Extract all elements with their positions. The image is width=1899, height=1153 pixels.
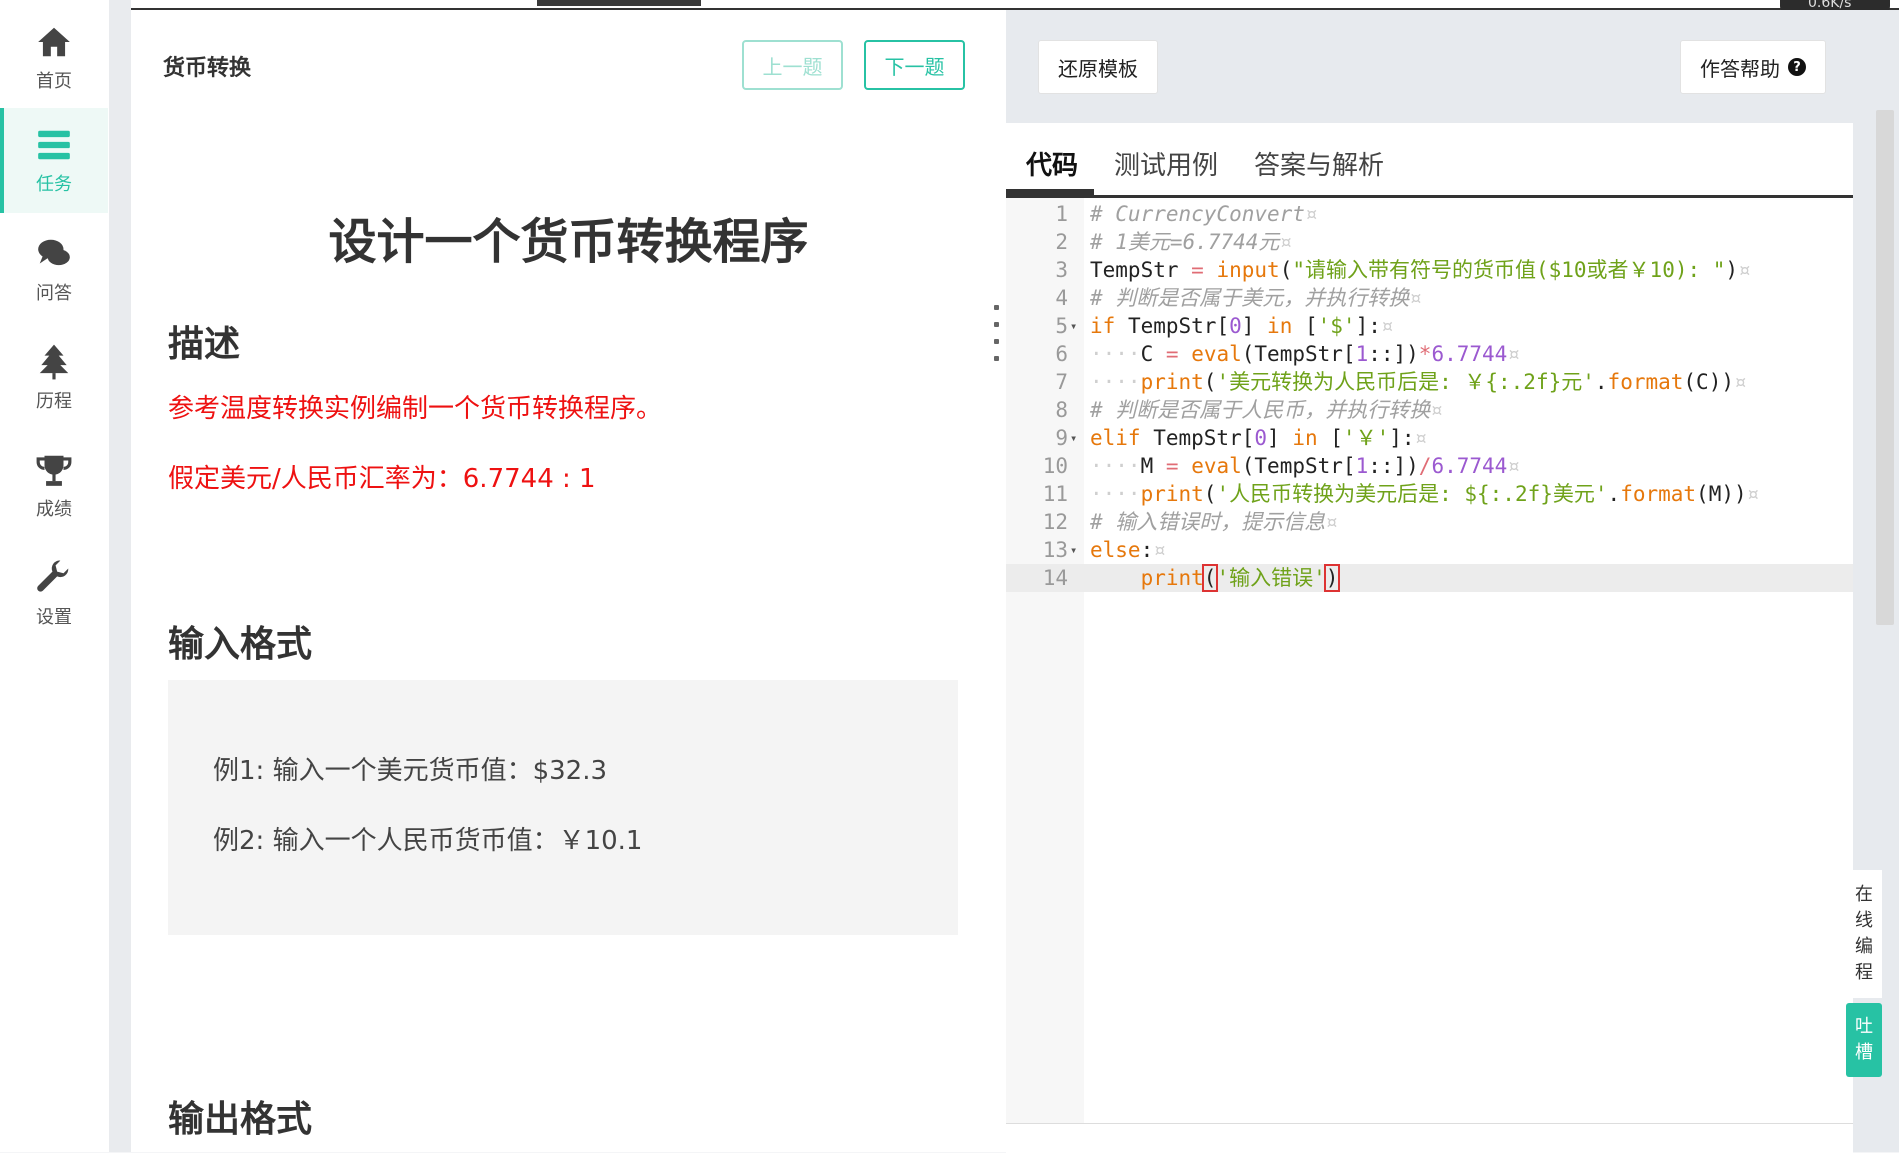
code-line: 8 # 判断是否属于人民币，并执行转换¤ xyxy=(1055,398,1443,422)
code-line: 13 ▾ else:¤ xyxy=(1042,538,1166,562)
output-format-heading: 输出格式 xyxy=(168,1099,313,1140)
sidebar: 首页 任务 问答 历程 成绩 设置 xyxy=(0,0,110,1152)
sidebar-item-label: 历程 xyxy=(36,390,72,412)
description-heading: 描述 xyxy=(168,324,241,365)
tasks-icon xyxy=(38,130,70,159)
page-scrollbar[interactable] xyxy=(1876,110,1894,625)
sidebar-item-scores[interactable]: 成绩 xyxy=(0,433,108,538)
feedback-button[interactable]: 吐 槽 xyxy=(1846,1003,1882,1077)
online-coding-char: 线 xyxy=(1855,910,1873,931)
input-format-heading: 输入格式 xyxy=(168,624,313,665)
editor-tabs: 代码 测试用例 答案与解析 xyxy=(1006,123,1853,198)
editor-footer xyxy=(1006,1123,1853,1153)
question-circle-icon: ? xyxy=(1788,58,1806,76)
code-line: 9 ▾ elif TempStr[0] in ['￥']:¤ xyxy=(1055,426,1428,450)
home-icon xyxy=(38,27,70,56)
sidebar-item-label: 设置 xyxy=(36,606,72,628)
prev-question-button[interactable]: 上一题 xyxy=(742,40,843,90)
input-example-2: 例2: 输入一个人民币货币值：￥10.1 xyxy=(213,826,643,856)
code-line: 1 # CurrencyConvert¤ xyxy=(1055,202,1318,226)
code-line: 3 TempStr = input("请输入带有符号的货币值($10或者￥10):… xyxy=(1055,258,1751,282)
chat-icon xyxy=(38,239,70,265)
tab-test-cases[interactable]: 测试用例 xyxy=(1114,145,1218,182)
code-line: 6 ····C = eval(TempStr[1::])*6.7744¤ xyxy=(1055,342,1520,366)
sidebar-item-qa[interactable]: 问答 xyxy=(0,217,108,322)
sidebar-item-label: 成绩 xyxy=(36,498,72,520)
input-example-box: 例1: 输入一个美元货币值：$32.3 例2: 输入一个人民币货币值：￥10.1 xyxy=(168,680,958,935)
active-tab-underline xyxy=(1006,189,1094,195)
fold-arrow-icon: ▾ xyxy=(1070,543,1078,557)
sidebar-item-tasks[interactable]: 任务 xyxy=(0,108,108,213)
sidebar-item-label: 首页 xyxy=(36,70,72,92)
online-coding-char: 编 xyxy=(1855,936,1873,957)
editor-pane: 还原模板 作答帮助? 代码 测试用例 答案与解析 1 # CurrencyConv… xyxy=(1006,10,1899,1153)
tree-icon xyxy=(39,344,69,379)
feedback-char: 吐 xyxy=(1855,1016,1873,1037)
input-example-1: 例1: 输入一个美元货币值：$32.3 xyxy=(213,756,607,786)
wrench-icon xyxy=(37,560,69,592)
problem-header-title: 货币转换 xyxy=(163,56,252,81)
answer-help-button[interactable]: 作答帮助? xyxy=(1680,40,1826,94)
description-line-2: 假定美元/人民币汇率为：6.7744 : 1 xyxy=(168,464,596,494)
sidebar-item-label: 任务 xyxy=(36,173,72,195)
sidebar-item-home[interactable]: 首页 xyxy=(0,5,108,110)
trophy-icon xyxy=(36,455,72,486)
tab-code[interactable]: 代码 xyxy=(1026,145,1078,182)
code-line-current: 14 print('输入错误') xyxy=(1006,564,1853,592)
reset-template-label: 还原模板 xyxy=(1058,56,1138,81)
code-editor[interactable]: 代码 测试用例 答案与解析 1 # CurrencyConvert¤ 2 # 1美元… xyxy=(1006,123,1853,1153)
tab-answer-analysis[interactable]: 答案与解析 xyxy=(1254,145,1384,182)
online-coding-char: 在 xyxy=(1855,884,1873,905)
code-line: 12 # 输入错误时，提示信息¤ xyxy=(1042,510,1338,534)
fold-arrow-icon: ▾ xyxy=(1070,431,1078,445)
fold-arrow-icon: ▾ xyxy=(1070,319,1078,333)
sidebar-item-label: 问答 xyxy=(36,282,72,304)
code-line: 2 # 1美元=6.7744元¤ xyxy=(1055,230,1293,254)
feedback-char: 槽 xyxy=(1855,1042,1873,1063)
active-tab-indicator xyxy=(537,0,701,6)
description-line-1: 参考温度转换实例编制一个货币转换程序。 xyxy=(168,394,663,424)
gutter-spacer xyxy=(109,0,131,1152)
next-question-button[interactable]: 下一题 xyxy=(864,40,965,90)
problem-pane: 货币转换 上一题 下一题 设计一个货币转换程序 描述 参考温度转换实例编制一个货… xyxy=(131,10,1006,1152)
sidebar-item-settings[interactable]: 设置 xyxy=(0,541,108,646)
code-line: 5 ▾ if TempStr[0] in ['$']:¤ xyxy=(1055,314,1394,338)
code-line: 4 # 判断是否属于美元，并执行转换¤ xyxy=(1055,286,1422,310)
online-coding-char: 程 xyxy=(1855,962,1873,983)
top-tab-strip xyxy=(131,0,1899,10)
code-line: 7 ····print('美元转换为人民币后是: ￥{:.2f}元'.format… xyxy=(1055,370,1747,394)
reset-template-button[interactable]: 还原模板 xyxy=(1038,40,1158,94)
code-line: 10 ····M = eval(TempStr[1::])/6.7744¤ xyxy=(1042,454,1520,478)
code-line: 11 ····print('人民币转换为美元后是: ${:.2f}美元'.form… xyxy=(1042,482,1760,506)
online-coding-widget[interactable]: 在 线 编 程 xyxy=(1846,870,1882,998)
page-title: 设计一个货币转换程序 xyxy=(328,214,809,270)
answer-help-label: 作答帮助 xyxy=(1700,56,1780,81)
pane-resize-handle[interactable] xyxy=(994,305,1000,361)
sidebar-item-history[interactable]: 历程 xyxy=(0,325,108,430)
